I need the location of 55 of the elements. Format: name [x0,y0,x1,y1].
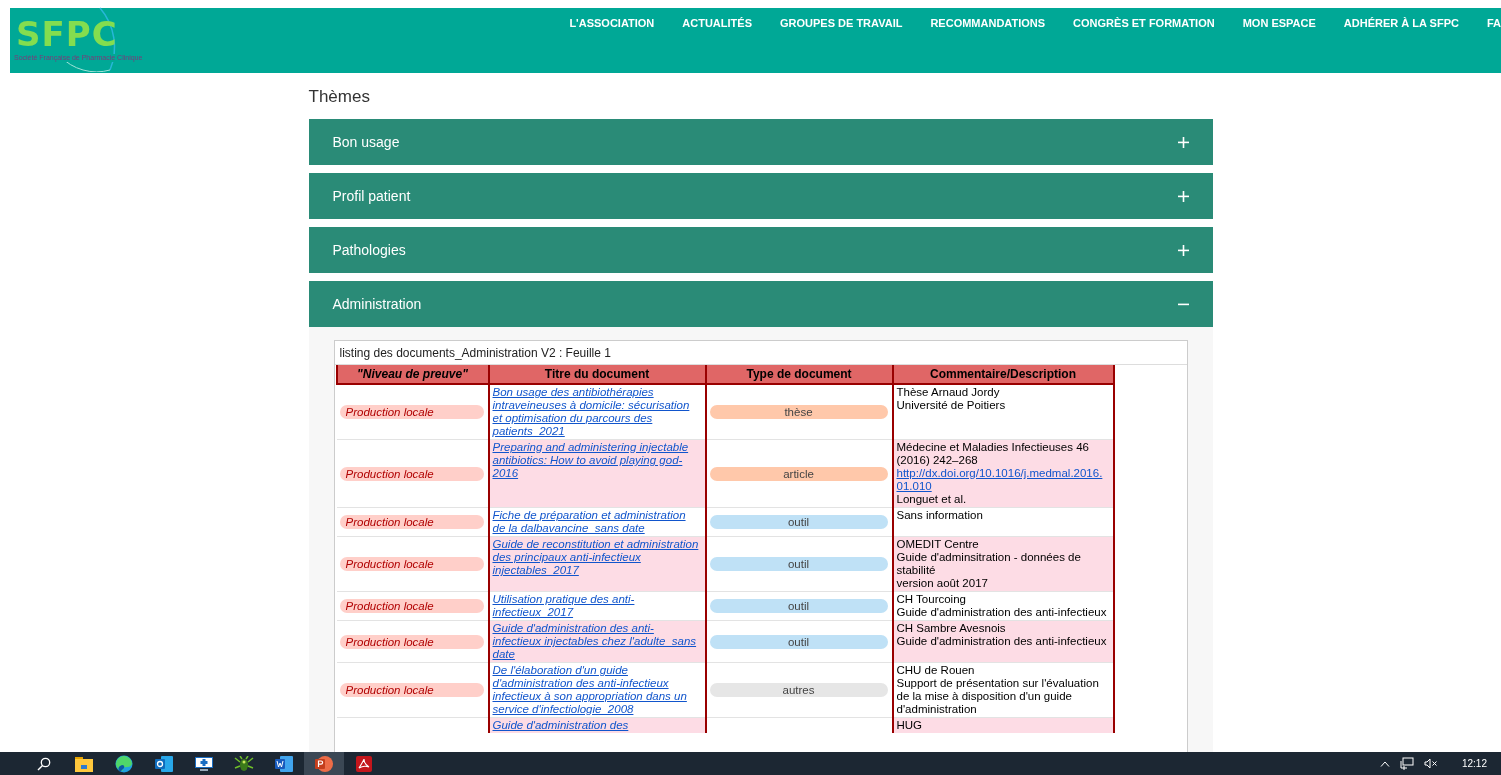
clock-time[interactable]: 12:12 [1461,758,1487,769]
type-tag: autres [709,683,888,697]
nav-link[interactable]: L'ASSOCIATION [569,17,655,31]
section-title: Thèmes [308,87,371,108]
document-link[interactable]: Guide d'administration des [492,719,701,732]
comment-text: Sans information [896,509,984,522]
comment-text: Thèse Arnaud Jordy [896,386,1001,399]
accordion-header[interactable]: Pathologies [308,227,1213,273]
column-header: "Niveau de preuve" [336,365,489,384]
evidence-tag: Production locale [339,634,484,649]
evidence-tag: Production locale [339,557,484,571]
document-link[interactable]: De l'élaboration d'un guide d'administration des anti-infectieux infectieux à son appropriation dans un service d'infectiologie_2008 [492,664,701,716]
comment-text: Guide d'administration des anti-infectieux [896,635,1108,648]
comment-text: Longuet et al. [896,493,968,506]
type-tag: article [709,466,888,481]
column-header: Titre du document [488,365,706,384]
comment-text: Université de Poitiers [896,399,1007,412]
nav-link[interactable]: MON ESPACE [1242,17,1316,31]
nav-link[interactable]: FA [1486,17,1501,31]
document-link[interactable]: Fiche de préparation et administration de la dalbavancine_sans date [492,509,701,535]
evidence-tag: Production locale [339,405,484,419]
type-tag: outil [709,557,888,571]
nav-link[interactable]: ACTUALITÉS [682,17,752,31]
comment-text: CH Sambre Avesnois [896,622,1007,635]
document-link[interactable]: Bon usage des antibiothérapies intraveineuses à domicile: sécurisation et optimisation du parcours des patients_2021 [492,386,701,438]
evidence-tag: Production locale [339,599,484,613]
comment-text: Médecine et Maladies Infectieuses 46 (2016) 242–268 [896,441,1090,467]
column-header: Commentaire/Description [892,365,1114,384]
type-tag: outil [709,515,888,529]
evidence-tag: Production locale [339,515,484,529]
comment-text: Guide d'administration des anti-infectieux [896,606,1108,619]
comment-text: HUG [896,719,924,732]
comment-text: version août 2017 [896,577,989,590]
document-link[interactable]: Guide de reconstitution et administration des principaux anti-infectieux injectables_2017 [492,538,701,577]
column-header: Type de document [705,365,893,384]
accordion-header[interactable]: Bon usage [308,119,1213,165]
evidence-tag: Production locale [339,683,484,697]
document-link[interactable]: Preparing and administering injectable antibiotics: How to avoid playing god-2016 [492,441,701,480]
doi-link[interactable]: http://dx.doi.org/10.1016/j.medmal.2016.01.010 [896,467,1109,493]
document-link[interactable]: Guide d'administration des anti-infectieux injectables chez l'adulte_sans date [492,622,701,661]
comment-text: OMEDIT Centre [896,538,980,551]
accordion-header[interactable]: Profil patient [308,173,1213,219]
type-tag: outil [709,634,888,649]
accordion-header[interactable]: Administration [308,281,1213,327]
comment-text: CH Tourcoing [896,593,967,606]
nav-link[interactable]: ADHÉRER À LA SFPC [1343,17,1459,31]
document-link[interactable]: Utilisation pratique des anti-infectieux_2017 [492,593,701,619]
type-tag: outil [709,599,888,613]
nav-link[interactable]: RECOMMANDATIONS [930,17,1046,31]
comment-text: CHU de Rouen [896,664,976,677]
evidence-tag: Production locale [339,466,484,481]
type-tag: thèse [709,405,888,419]
nav-link[interactable]: GROUPES DE TRAVAIL [780,17,903,31]
nav-link[interactable]: CONGRÈS ET FORMATION [1073,17,1215,31]
comment-text: Support de présentation sur l'évaluation de la mise à disposition d'un guide d'administration [896,677,1100,716]
